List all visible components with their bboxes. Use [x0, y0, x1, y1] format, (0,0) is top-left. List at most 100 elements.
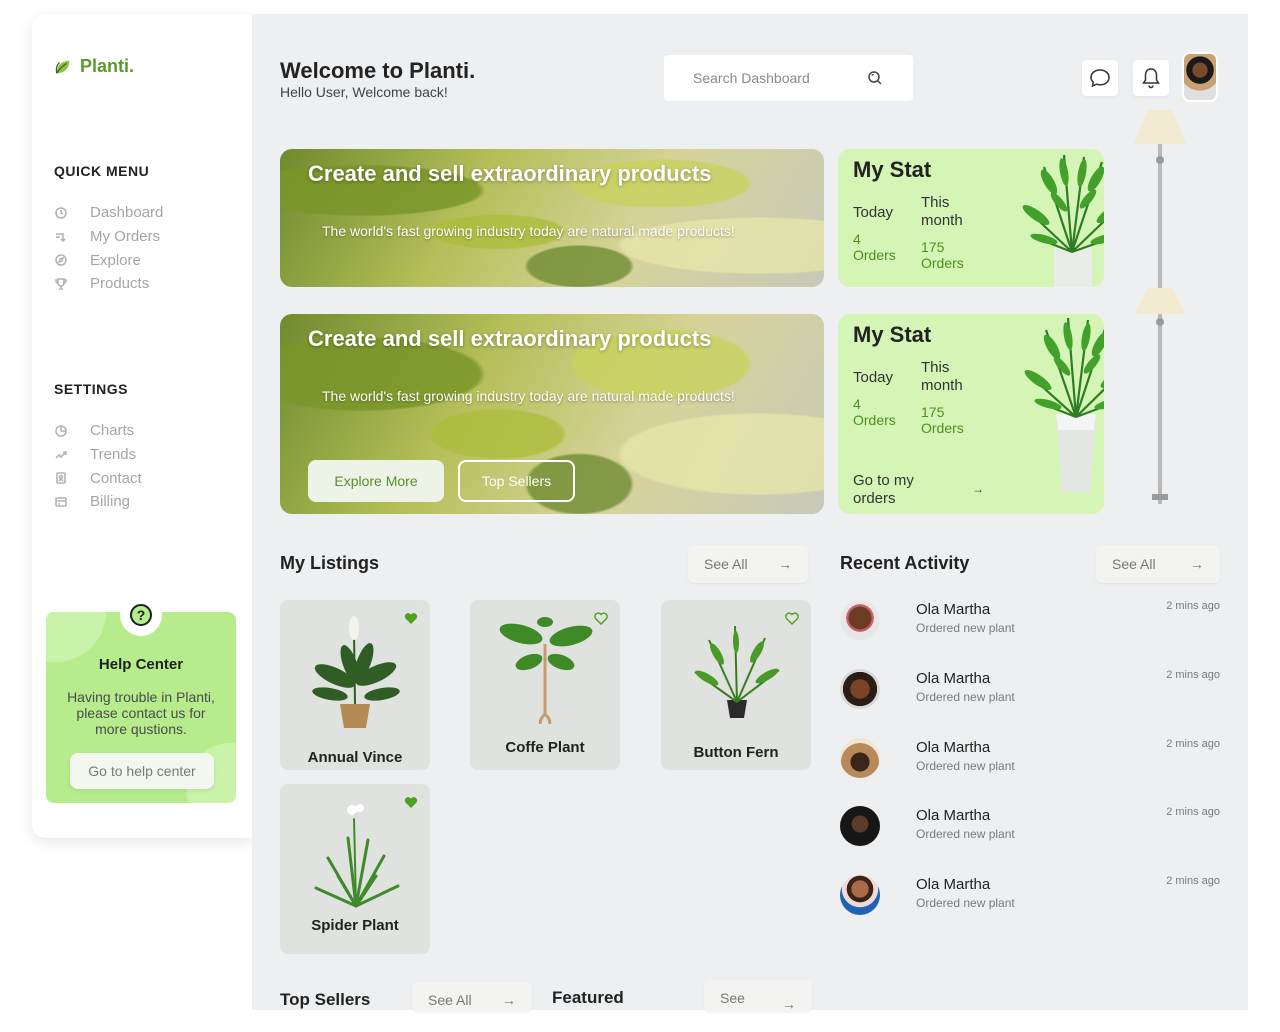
banner-description: The world's fast growing industry today … — [322, 223, 735, 239]
question-icon: ? — [130, 604, 152, 626]
menu-item-charts[interactable]: Charts — [54, 419, 142, 443]
see-all-label: See All — [428, 992, 472, 1008]
see-all-label: See All — [1112, 556, 1156, 572]
menu-item-contact[interactable]: Contact — [54, 466, 142, 490]
brand[interactable]: Planti. — [54, 56, 134, 77]
search-box — [664, 55, 913, 101]
compass-icon — [54, 253, 68, 267]
spider-plant-image — [314, 804, 400, 908]
listing-name: Annual Vince — [307, 749, 403, 766]
avatar — [840, 600, 880, 640]
activity-time: 2 mins ago — [1166, 806, 1220, 818]
stat-today-label: Today — [853, 204, 894, 221]
listing-card[interactable]: Coffe Plant — [470, 600, 620, 770]
palm-plant-image — [1022, 154, 1104, 287]
banner-title: Create and sell extraordinary products — [308, 326, 712, 351]
menu-item-label: Trends — [90, 446, 137, 464]
see-label: See — [720, 990, 745, 1006]
avatar — [840, 806, 880, 846]
recent-activity-title: Recent Activity — [840, 553, 970, 573]
listing-card[interactable]: Annual Vince — [280, 600, 430, 770]
menu-item-products[interactable]: Products — [54, 272, 163, 296]
messages-button[interactable] — [1082, 60, 1118, 96]
activity-name: Ola Martha — [916, 876, 991, 893]
billing-icon — [54, 495, 68, 509]
activity-see-all-button[interactable]: See All → — [1096, 545, 1220, 583]
menu-item-label: My Orders — [90, 228, 161, 246]
activity-time: 2 mins ago — [1166, 669, 1220, 681]
menu-item-billing[interactable]: Billing — [54, 490, 142, 514]
listings-see-all-button[interactable]: See All → — [688, 545, 808, 583]
activity-description: Ordered new plant — [916, 621, 1015, 635]
page-title: Welcome to Planti. — [280, 58, 476, 83]
featured-see-all-button[interactable]: See → — [704, 980, 812, 1012]
explore-more-button[interactable]: Explore More — [308, 460, 444, 502]
activity-time: 2 mins ago — [1166, 600, 1220, 612]
heart-filled-icon[interactable] — [404, 796, 418, 809]
top-sellers-button[interactable]: Top Sellers — [458, 460, 575, 502]
search-input[interactable] — [693, 70, 863, 86]
see-all-label: See All — [704, 556, 748, 572]
featured-title: Featured — [552, 988, 624, 1007]
contact-icon — [54, 471, 68, 485]
activity-item[interactable]: Ola Martha Ordered new plant 2 mins ago — [840, 738, 1220, 798]
heart-filled-icon[interactable] — [404, 612, 418, 625]
settings-title: SETTINGS — [54, 381, 129, 397]
help-text: Having trouble in Planti, please contact… — [67, 689, 215, 737]
floor-lamp-image — [1134, 110, 1186, 504]
avatar — [840, 669, 880, 709]
listing-name: Button Fern — [693, 744, 779, 761]
main-content: Welcome to Planti. Hello User, Welcome b… — [252, 14, 1248, 1012]
activity-description: Ordered new plant — [916, 896, 1015, 910]
activity-item[interactable]: Ola Martha Ordered new plant 2 mins ago — [840, 875, 1220, 935]
heart-outline-icon[interactable] — [594, 612, 608, 625]
stat-today-value: 4 Orders — [853, 231, 896, 263]
stat-month-label: This month — [921, 359, 963, 394]
heart-outline-icon[interactable] — [785, 612, 799, 625]
stat-month-label: This month — [921, 194, 963, 229]
activity-name: Ola Martha — [916, 807, 991, 824]
user-avatar[interactable] — [1182, 52, 1218, 102]
activity-item[interactable]: Ola Martha Ordered new plant 2 mins ago — [840, 669, 1220, 729]
go-to-my-orders-link[interactable]: Go to my orders — [853, 472, 943, 508]
arrow-right-icon[interactable]: → — [972, 482, 984, 496]
trend-icon — [54, 448, 68, 462]
settings-menu: Charts Trends Contact Billing — [54, 419, 142, 514]
stat-today-value: 4 Orders — [853, 396, 896, 428]
menu-item-label: Products — [90, 275, 150, 293]
banner-description: The world's fast growing industry today … — [322, 388, 735, 404]
brand-name: Planti. — [80, 56, 135, 76]
go-to-help-center-button[interactable]: Go to help center — [70, 753, 214, 789]
menu-item-explore[interactable]: Explore — [54, 248, 163, 272]
notifications-button[interactable] — [1133, 60, 1169, 96]
leaf-logo-icon — [55, 60, 70, 74]
activity-time: 2 mins ago — [1166, 738, 1220, 750]
activity-item[interactable]: Ola Martha Ordered new plant 2 mins ago — [840, 600, 1220, 660]
avatar — [840, 738, 880, 778]
listing-name: Spider Plant — [311, 917, 399, 934]
menu-item-dashboard[interactable]: Dashboard — [54, 201, 163, 225]
activity-item[interactable]: Ola Martha Ordered new plant 2 mins ago — [840, 806, 1220, 866]
user-avatar-image — [1184, 54, 1216, 100]
peace-lily-image — [312, 616, 400, 728]
listing-card[interactable]: Spider Plant — [280, 784, 430, 954]
top-sellers-see-all-button[interactable]: See All → — [412, 982, 532, 1012]
pie-chart-icon — [54, 424, 68, 438]
bell-icon — [1142, 68, 1160, 89]
coffee-plant-image — [499, 617, 593, 724]
menu-item-label: Billing — [90, 493, 131, 511]
button-fern-image — [694, 625, 780, 718]
help-decoration — [46, 612, 106, 662]
stat-title: My Stat — [853, 157, 932, 182]
top-sellers-title: Top Sellers — [280, 990, 371, 1009]
quick-menu-title: QUICK MENU — [54, 163, 150, 179]
search-icon[interactable] — [867, 70, 883, 86]
menu-item-my-orders[interactable]: My Orders — [54, 225, 163, 249]
dashboard-icon — [54, 206, 68, 220]
menu-item-trends[interactable]: Trends — [54, 443, 142, 467]
help-title: Help Center — [98, 656, 184, 673]
help-center-card: ? Help Center Having trouble in Planti, … — [46, 594, 236, 803]
activity-time: 2 mins ago — [1166, 875, 1220, 887]
listing-card[interactable]: Button Fern — [661, 600, 811, 770]
menu-item-label: Contact — [90, 469, 142, 487]
